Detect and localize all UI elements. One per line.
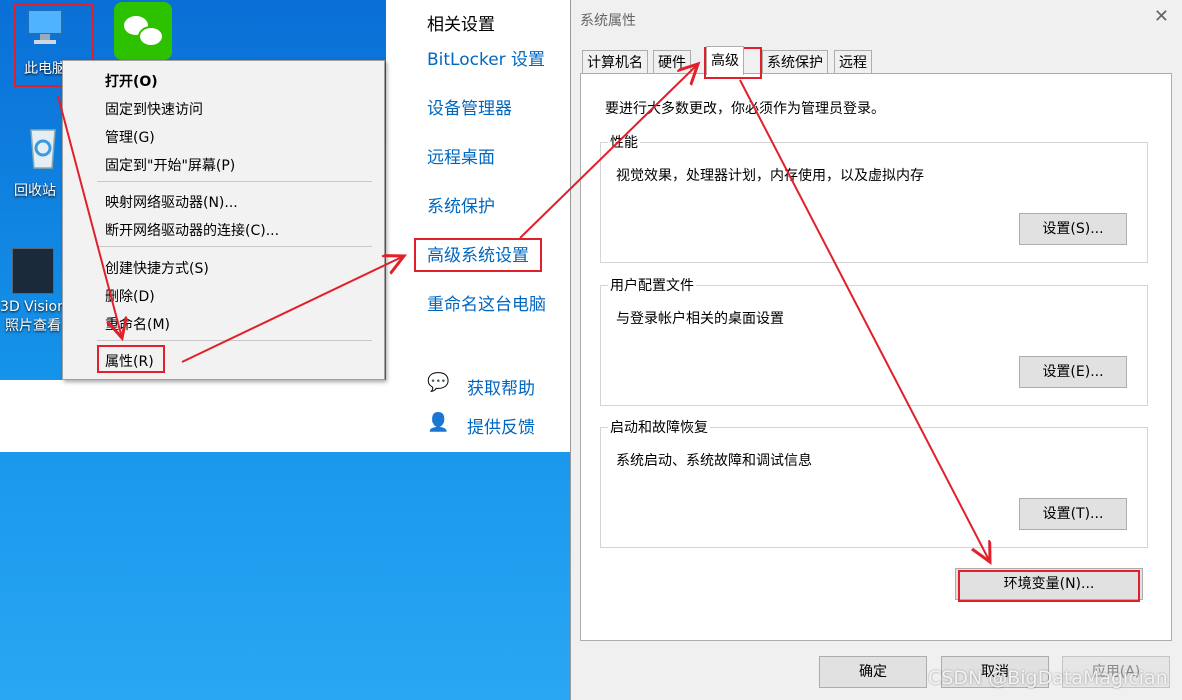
arrow-to-advanced-tab xyxy=(519,64,698,239)
arrow-to-properties xyxy=(57,95,122,338)
arrow-to-env-variables xyxy=(739,79,990,562)
watermark: CSDN @BigDataMagician xyxy=(928,667,1168,689)
annotation-arrows xyxy=(57,0,1182,700)
tab-advanced[interactable]: 高级 xyxy=(706,46,744,75)
arrow-to-advanced-settings xyxy=(181,256,404,363)
